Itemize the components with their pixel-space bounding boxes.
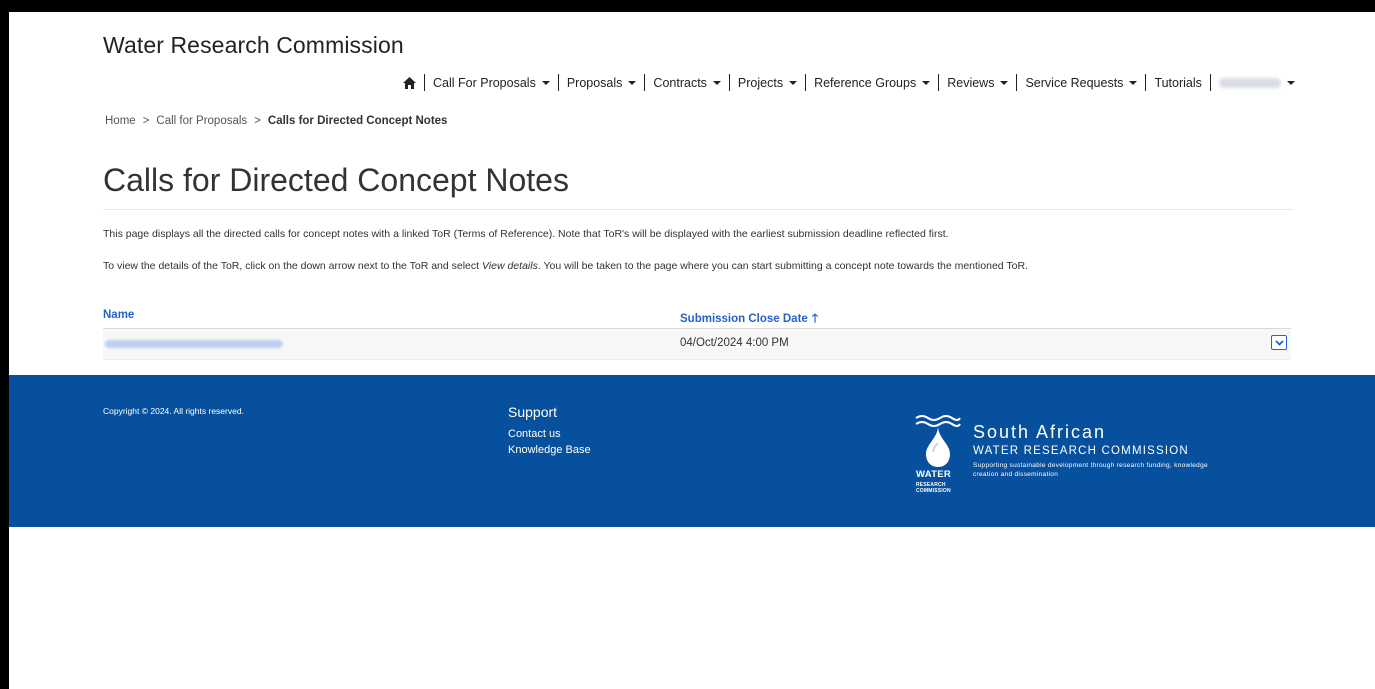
instructions-text: To view the details of the ToR, click on… bbox=[103, 260, 482, 272]
main-nav: Call For Proposals Proposals Contracts P… bbox=[395, 74, 1303, 91]
row-close-date: 04/Oct/2024 4:00 PM bbox=[680, 337, 789, 349]
site-footer: Copyright © 2024. All rights reserved. S… bbox=[9, 375, 1375, 527]
column-header-close-date[interactable]: Submission Close Date 🡑 bbox=[680, 309, 818, 330]
page-instructions: To view the details of the ToR, click on… bbox=[103, 260, 1028, 272]
breadcrumb-call-for-proposals[interactable]: Call for Proposals bbox=[156, 115, 247, 127]
nav-label: Reference Groups bbox=[814, 75, 917, 90]
column-header-label: Submission Close Date bbox=[680, 313, 808, 325]
nav-reference-groups[interactable]: Reference Groups bbox=[806, 76, 938, 90]
calls-grid: Name Submission Close Date 🡑 04/Oct/2024 … bbox=[103, 306, 1291, 360]
nav-label: Contracts bbox=[653, 75, 707, 90]
caret-down-icon bbox=[628, 81, 637, 85]
logo-word: WATER bbox=[916, 469, 952, 480]
nav-label: Tutorials bbox=[1154, 75, 1202, 90]
site-header: Water Research Commission Call For Propo… bbox=[9, 12, 1375, 127]
logo-sub-commission: COMMISSION bbox=[916, 488, 951, 494]
nav-label: Call For Proposals bbox=[433, 75, 536, 90]
instructions-emphasis: View details bbox=[481, 260, 538, 272]
water-drop-icon bbox=[914, 412, 970, 512]
wrc-logo: WATER RESEARCH COMMISSION South African … bbox=[914, 412, 1208, 512]
chevron-down-icon bbox=[1274, 339, 1284, 346]
breadcrumb-separator: > bbox=[254, 115, 261, 127]
support-heading: Support bbox=[508, 404, 558, 420]
user-menu[interactable] bbox=[1211, 77, 1303, 88]
nav-label: Service Requests bbox=[1025, 75, 1124, 90]
breadcrumb-home[interactable]: Home bbox=[105, 115, 136, 127]
nav-reviews[interactable]: Reviews bbox=[939, 76, 1016, 90]
row-name-link-redacted[interactable] bbox=[105, 340, 283, 348]
breadcrumb: Home > Call for Proposals > Calls for Di… bbox=[105, 115, 447, 127]
page-description: This page displays all the directed call… bbox=[103, 228, 949, 240]
nav-call-for-proposals[interactable]: Call For Proposals bbox=[425, 76, 558, 90]
table-row: 04/Oct/2024 4:00 PM bbox=[103, 329, 1291, 360]
instructions-text-end: . You will be taken to the page where yo… bbox=[537, 260, 1028, 272]
caret-down-icon bbox=[541, 81, 550, 85]
copyright-text: Copyright © 2024. All rights reserved. bbox=[103, 406, 244, 416]
user-name-redacted bbox=[1218, 77, 1281, 88]
caret-down-icon bbox=[1286, 81, 1295, 85]
column-header-name[interactable]: Name bbox=[103, 309, 134, 321]
logo-south-african: South African bbox=[973, 422, 1107, 442]
caret-down-icon bbox=[1000, 81, 1009, 85]
caret-down-icon bbox=[922, 81, 931, 85]
page-title: Calls for Directed Concept Notes bbox=[103, 162, 569, 198]
breadcrumb-current: Calls for Directed Concept Notes bbox=[267, 115, 448, 127]
arrow-up-icon: 🡑 bbox=[811, 311, 819, 325]
grid-header: Name Submission Close Date 🡑 bbox=[103, 306, 1291, 329]
nav-label: Projects bbox=[737, 75, 784, 90]
site-title[interactable]: Water Research Commission bbox=[103, 32, 404, 59]
nav-contracts[interactable]: Contracts bbox=[645, 76, 729, 90]
nav-label: Proposals bbox=[566, 75, 623, 90]
logo-tagline: Supporting sustainable development throu… bbox=[973, 462, 1208, 478]
logo-commission-name: WATER RESEARCH COMMISSION bbox=[973, 445, 1189, 457]
nav-service-requests[interactable]: Service Requests bbox=[1017, 76, 1145, 90]
breadcrumb-separator: > bbox=[142, 115, 150, 127]
nav-tutorials[interactable]: Tutorials bbox=[1146, 76, 1209, 90]
contact-us-link[interactable]: Contact us bbox=[508, 428, 561, 440]
home-icon[interactable] bbox=[395, 76, 424, 89]
knowledge-base-link[interactable]: Knowledge Base bbox=[508, 444, 591, 456]
nav-projects[interactable]: Projects bbox=[730, 76, 805, 90]
caret-down-icon bbox=[712, 81, 721, 85]
caret-down-icon bbox=[789, 81, 798, 85]
browser-viewport: Water Research Commission Call For Propo… bbox=[0, 0, 1375, 689]
nav-proposals[interactable]: Proposals bbox=[559, 76, 645, 90]
nav-label: Reviews bbox=[947, 75, 995, 90]
title-divider bbox=[103, 209, 1293, 210]
caret-down-icon bbox=[1129, 81, 1138, 85]
row-action-dropdown-button[interactable] bbox=[1271, 335, 1287, 350]
